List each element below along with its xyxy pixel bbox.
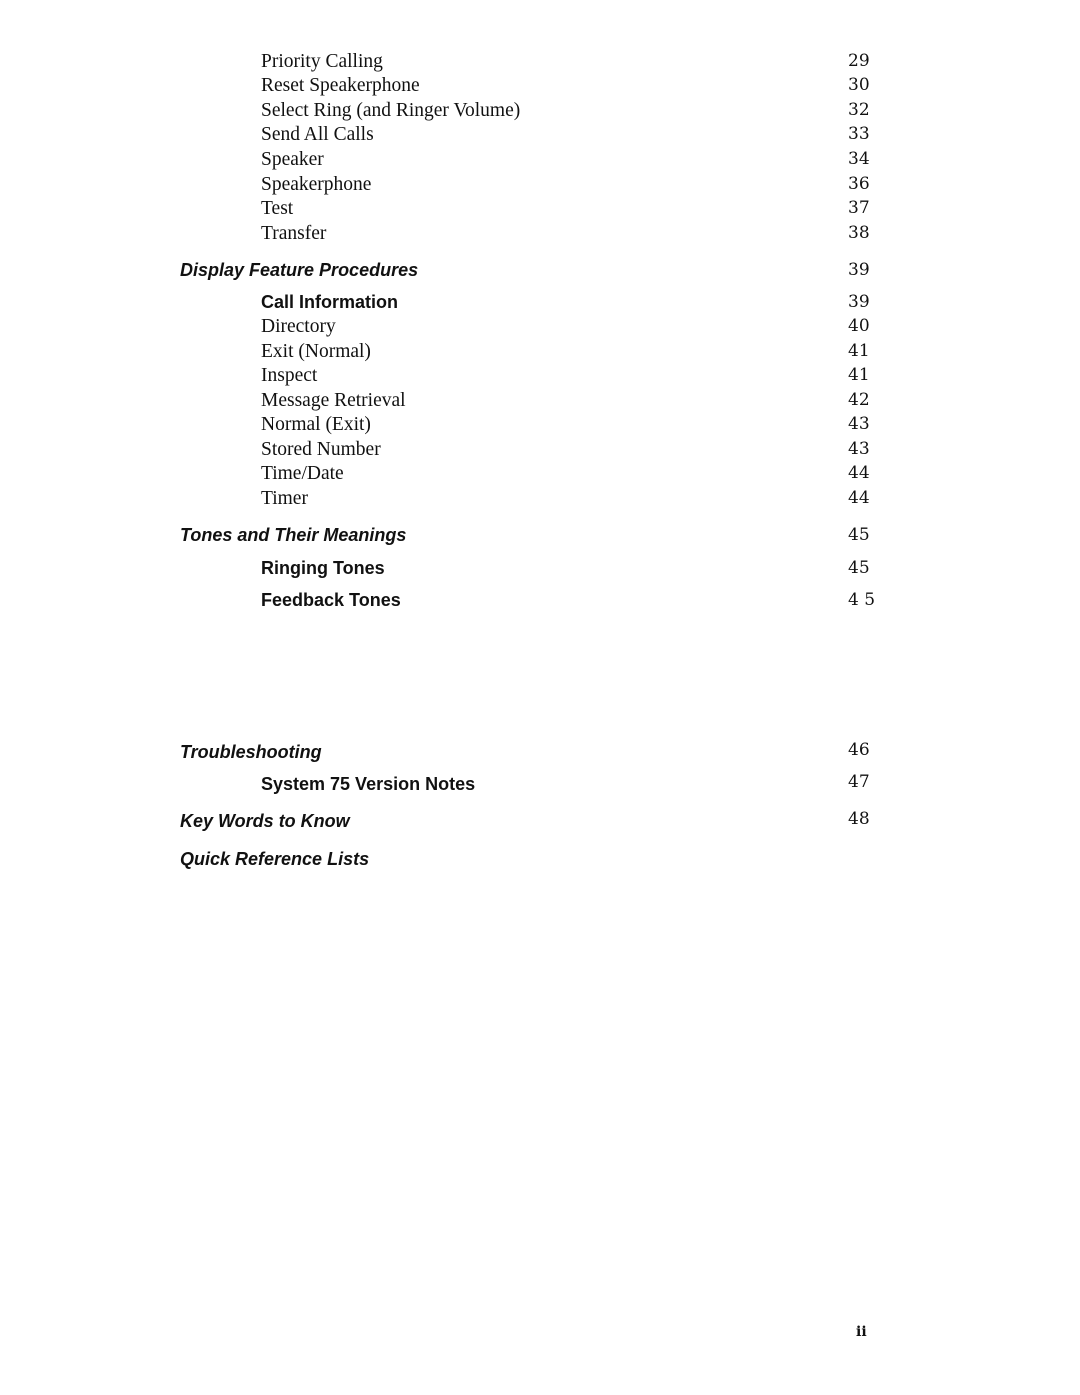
toc-entry-page: 34 bbox=[848, 149, 870, 169]
toc-entry-label: Normal (Exit) bbox=[261, 414, 371, 435]
toc-section: Display Feature Procedures 39 bbox=[0, 260, 1080, 284]
toc-entry-page: 43 bbox=[848, 439, 870, 459]
toc-subhead: Feedback Tones 4 5 bbox=[0, 590, 1080, 614]
toc-entry-page: 48 bbox=[848, 809, 870, 829]
toc-subhead-title: System 75 Version Notes bbox=[261, 774, 476, 794]
toc-entry: Directory 40 bbox=[0, 316, 1080, 340]
toc-entry-page: 4 5 bbox=[848, 590, 876, 610]
toc-entry-page: 41 bbox=[848, 365, 870, 385]
toc-entry-label: Directory bbox=[261, 316, 336, 337]
toc-entry: Test 37 bbox=[0, 198, 1080, 222]
toc-entry-page: 41 bbox=[848, 341, 870, 361]
toc-entry-page: 38 bbox=[848, 223, 870, 243]
toc-entry-label: Transfer bbox=[261, 223, 327, 244]
toc-subhead: Call Information 39 bbox=[0, 292, 1080, 316]
toc-entry-label: Speakerphone bbox=[261, 174, 372, 195]
toc-entry: Select Ring (and Ringer Volume) 32 bbox=[0, 100, 1080, 124]
toc-entry: Inspect 41 bbox=[0, 365, 1080, 389]
toc-entry-label: Message Retrieval bbox=[261, 390, 406, 411]
toc-entry-label: Inspect bbox=[261, 365, 318, 386]
toc-entry-page: 47 bbox=[848, 772, 870, 792]
toc-entry-label: Send All Calls bbox=[261, 124, 374, 145]
toc-entry: Message Retrieval 42 bbox=[0, 390, 1080, 414]
toc-section-title: Troubleshooting bbox=[180, 742, 322, 762]
toc-subhead-title: Ringing Tones bbox=[261, 558, 385, 578]
toc-entry-label: Exit (Normal) bbox=[261, 341, 371, 362]
toc-entry: Time/Date 44 bbox=[0, 463, 1080, 487]
toc-entry-page: 42 bbox=[848, 390, 870, 410]
toc-entry: Speaker 34 bbox=[0, 149, 1080, 173]
toc-entry-page: 46 bbox=[848, 740, 870, 760]
toc-entry: Timer 44 bbox=[0, 488, 1080, 512]
toc-section-title: Key Words to Know bbox=[180, 811, 350, 831]
toc-entry-page: 44 bbox=[848, 488, 870, 508]
toc-entry-page: 40 bbox=[848, 316, 870, 336]
toc-entry-label: Time/Date bbox=[261, 463, 344, 484]
toc-section: Key Words to Know 48 bbox=[0, 809, 1080, 833]
toc-subhead: Ringing Tones 45 bbox=[0, 558, 1080, 582]
toc-entry-page: 39 bbox=[848, 292, 870, 312]
toc-entry-page: 33 bbox=[848, 124, 870, 144]
toc-section-title: Quick Reference Lists bbox=[180, 849, 370, 869]
toc-entry-label: Priority Calling bbox=[261, 51, 383, 72]
toc-entry-label: Stored Number bbox=[261, 439, 381, 460]
toc-entry: Reset Speakerphone 30 bbox=[0, 75, 1080, 99]
toc-entry: Send All Calls 33 bbox=[0, 124, 1080, 148]
toc-entry-page: 45 bbox=[848, 558, 870, 578]
toc-subhead: System 75 Version Notes 47 bbox=[0, 772, 1080, 796]
toc-entry-label: Speaker bbox=[261, 149, 324, 170]
toc-entry-label: Test bbox=[261, 198, 294, 219]
toc-entry-page: 29 bbox=[848, 51, 870, 71]
toc-section: Troubleshooting 46 bbox=[0, 740, 1080, 764]
toc-entry-page: 39 bbox=[848, 260, 870, 280]
toc-section: Quick Reference Lists bbox=[0, 849, 1080, 873]
toc-entry-page: 44 bbox=[848, 463, 870, 483]
toc-entry-page: 37 bbox=[848, 198, 870, 218]
toc-entry: Normal (Exit) 43 bbox=[0, 414, 1080, 438]
toc-entry: Priority Calling 29 bbox=[0, 51, 1080, 75]
toc-entry-page: 32 bbox=[848, 100, 870, 120]
toc-subhead-title: Feedback Tones bbox=[261, 590, 401, 610]
toc-subhead-title: Call Information bbox=[261, 292, 399, 312]
toc-section: Tones and Their Meanings 45 bbox=[0, 525, 1080, 549]
toc-section-title: Tones and Their Meanings bbox=[180, 525, 407, 545]
toc-entry-label: Timer bbox=[261, 488, 308, 509]
toc-entry: Speakerphone 36 bbox=[0, 174, 1080, 198]
toc-entry-page: 30 bbox=[848, 75, 870, 95]
toc-entry-page: 45 bbox=[848, 525, 870, 545]
toc-entry-label: Reset Speakerphone bbox=[261, 75, 420, 96]
toc-entry-label: Select Ring (and Ringer Volume) bbox=[261, 100, 521, 121]
toc-entry: Exit (Normal) 41 bbox=[0, 341, 1080, 365]
page-number: ii bbox=[856, 1324, 867, 1340]
toc-entry: Transfer 38 bbox=[0, 223, 1080, 247]
toc-section-title: Display Feature Procedures bbox=[180, 260, 419, 280]
toc-entry-page: 43 bbox=[848, 414, 870, 434]
toc-entry-page: 36 bbox=[848, 174, 870, 194]
toc-entry: Stored Number 43 bbox=[0, 439, 1080, 463]
